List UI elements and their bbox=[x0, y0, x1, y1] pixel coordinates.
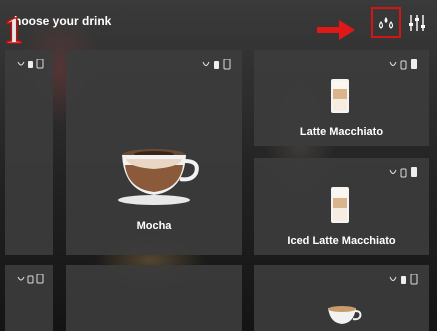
drink-tile-mocha[interactable]: Mocha bbox=[66, 50, 242, 255]
water-hardness-button[interactable] bbox=[371, 7, 401, 38]
drink-label: Iced Latte Macchiato bbox=[287, 235, 396, 247]
cup-size-icons bbox=[17, 59, 47, 69]
cup-size-icons bbox=[202, 59, 234, 70]
drink-tile-partial-bottom-right[interactable] bbox=[254, 265, 429, 331]
drink-tile-latte-macchiato[interactable]: Latte Macchiato bbox=[254, 50, 429, 146]
settings-button[interactable] bbox=[406, 12, 428, 34]
cup-size-icons bbox=[389, 59, 421, 70]
drink-tile-iced-latte-macchiato[interactable]: Iced Latte Macchiato bbox=[254, 158, 429, 255]
mocha-cup-icon bbox=[118, 149, 199, 205]
sliders-icon bbox=[409, 15, 425, 31]
drink-label: Mocha bbox=[136, 220, 172, 232]
step-marker: 1 bbox=[3, 10, 24, 52]
drink-tile-partial-bottom-center[interactable] bbox=[66, 265, 242, 331]
cup-icon bbox=[328, 306, 362, 324]
page-title: hoose your drink bbox=[14, 14, 112, 28]
cup-size-icons bbox=[17, 274, 47, 284]
red-arrow-icon bbox=[317, 20, 355, 40]
water-drops-icon bbox=[378, 16, 394, 29]
iced-latte-glass-icon bbox=[331, 187, 349, 223]
cup-size-icons bbox=[389, 274, 421, 285]
drink-tile-partial-left[interactable] bbox=[5, 50, 53, 255]
latte-glass-icon bbox=[331, 79, 349, 113]
drink-label: Latte Macchiato bbox=[299, 126, 384, 138]
top-bar: hoose your drink 1 bbox=[0, 0, 437, 51]
cup-size-icons bbox=[389, 167, 421, 178]
drink-tile-partial-bottom-left[interactable] bbox=[5, 265, 53, 331]
